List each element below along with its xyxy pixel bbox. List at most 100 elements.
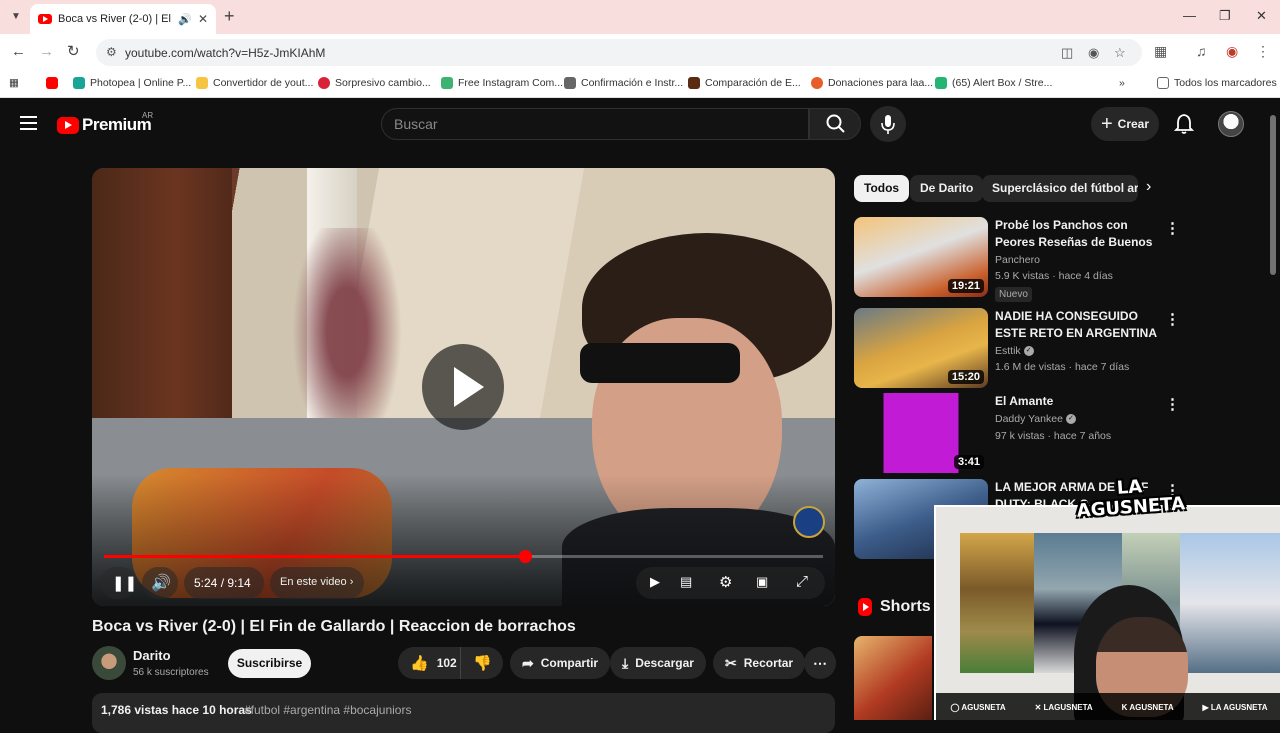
channel-name[interactable]: Darito <box>133 648 171 663</box>
progress-scrubber[interactable] <box>518 550 532 563</box>
rec-thumbnail[interactable]: 19:21 <box>854 217 988 297</box>
recommendation-item[interactable]: 15:20 NADIE HA CONSEGUIDO ESTE RETO EN A… <box>854 308 1184 388</box>
channel-avatar[interactable] <box>92 646 126 680</box>
url-text: youtube.com/watch?v=H5z-JmKIAhM <box>125 46 326 60</box>
fullscreen-icon[interactable]: ⤢ <box>796 573 808 590</box>
share-button[interactable]: ➦ Compartir <box>510 647 611 679</box>
streamer-logo: LA AGUSNETA <box>1076 476 1186 522</box>
minimize-icon[interactable]: — <box>1183 8 1196 23</box>
verified-check-icon: ✓ <box>1023 346 1034 357</box>
channel-watermark[interactable] <box>793 506 825 538</box>
eye-off-icon[interactable]: ◉ <box>1088 45 1099 61</box>
profile-icon[interactable]: ◉ <box>1226 43 1238 60</box>
social-handles-bar: ◯ AGUSNETA ✕ LAGUSNETA K AGUSNETA ▶ LA A… <box>936 693 1280 720</box>
bookmark-comparacion[interactable]: Comparación de E... <box>688 77 801 89</box>
apps-grid-icon[interactable]: ▦ <box>9 77 19 89</box>
reload-icon[interactable]: ↻ <box>67 43 80 61</box>
subtitles-icon[interactable]: ▤ <box>680 574 692 590</box>
page-scrollbar[interactable] <box>1270 115 1276 275</box>
share-label: Compartir <box>540 656 599 670</box>
more-actions-icon[interactable]: ⋯ <box>804 647 836 679</box>
install-app-icon[interactable]: ◫ <box>1061 45 1073 61</box>
progress-bar[interactable] <box>104 550 823 563</box>
shorts-thumbnail[interactable] <box>854 636 932 720</box>
hashtags[interactable]: #futbol #argentina #bocajuniors <box>244 703 411 717</box>
settings-gear-icon[interactable]: ⚙ <box>719 573 732 591</box>
volume-button[interactable]: 🔊 <box>142 567 178 599</box>
back-icon[interactable]: ← <box>11 43 26 61</box>
voice-search-button[interactable] <box>870 106 906 142</box>
miniplayer-icon[interactable]: ▣ <box>756 574 768 590</box>
bookmark-alertbox[interactable]: (65) Alert Box / Stre... <box>935 77 1052 89</box>
video-player[interactable]: ❚❚ 🔊 5:24 / 9:14 En este video › ▶ ▤ ⚙ ▣… <box>92 168 835 606</box>
instagram-handle: ◯ AGUSNETA <box>950 703 1006 712</box>
forward-icon[interactable]: → <box>39 43 54 61</box>
speaker-icon[interactable]: 🔊 <box>178 13 192 26</box>
download-label: Descargar <box>635 656 694 670</box>
like-count: 102 <box>436 656 457 670</box>
chip-todos[interactable]: Todos <box>854 175 910 202</box>
account-avatar[interactable] <box>1218 111 1244 137</box>
search-input[interactable]: Buscar <box>381 108 809 140</box>
kebab-menu-icon[interactable]: ⋮ <box>1165 395 1180 413</box>
subscribe-button[interactable]: Suscribirse <box>228 649 311 678</box>
dislike-button[interactable]: 👎 <box>462 647 503 679</box>
kebab-menu-icon[interactable]: ⋮ <box>1165 219 1180 237</box>
clip-button[interactable]: ✂ Recortar <box>713 647 806 679</box>
microphone-icon <box>881 115 895 134</box>
bookmark-instagram[interactable]: Free Instagram Com... <box>441 77 563 89</box>
browser-menu-icon[interactable]: ⋮ <box>1256 43 1270 60</box>
create-button[interactable]: + Crear <box>1091 107 1159 141</box>
like-button[interactable]: 👍 102 <box>398 647 461 679</box>
chip-de-darito[interactable]: De Darito <box>910 175 984 202</box>
poster-stadium <box>960 533 1034 673</box>
browser-tab-strip: ▼ Boca vs River (2-0) | El Fin de Gallar… <box>0 0 1280 34</box>
bookmark-convertidor[interactable]: Convertidor de yout... <box>196 77 313 89</box>
chevron-right-icon[interactable]: › <box>1146 178 1151 196</box>
folder-icon <box>1157 77 1169 89</box>
address-bar[interactable]: ⚙ youtube.com/watch?v=H5z-JmKIAhM ◫ ◉ ☆ <box>96 39 1142 66</box>
new-tab-button[interactable]: + <box>224 6 235 26</box>
bookmark-confirmacion[interactable]: Confirmación e Instr... <box>564 77 683 89</box>
youtube-premium-logo[interactable]: Premium <box>57 115 152 135</box>
media-control-icon[interactable]: ♫ <box>1196 43 1207 59</box>
hamburger-menu-icon[interactable] <box>20 116 37 130</box>
youtube-header: Premium AR Buscar + Crear <box>0 99 1280 151</box>
bookmark-donaciones[interactable]: Donaciones para laa... <box>811 77 933 89</box>
thumbs-down-icon: 👎 <box>473 655 492 672</box>
notifications-bell-icon[interactable] <box>1173 113 1195 140</box>
autoplay-toggle-icon[interactable]: ▶ <box>650 574 660 590</box>
chip-superclasico[interactable]: Superclásico del fútbol arge <box>982 175 1138 202</box>
site-info-icon[interactable]: ⚙ <box>106 45 117 59</box>
browser-toolbar: ← → ↻ ⚙ youtube.com/watch?v=H5z-JmKIAhM … <box>0 34 1280 70</box>
recommendation-item[interactable]: 19:21 Probé los Panchos con Peores Reseñ… <box>854 217 1184 302</box>
browser-tab[interactable]: Boca vs River (2-0) | El Fin de Gallardo… <box>30 4 216 34</box>
check-icon <box>441 77 453 89</box>
kebab-menu-icon[interactable]: ⋮ <box>1165 310 1180 328</box>
donation-icon <box>811 77 823 89</box>
close-tab-icon[interactable]: ✕ <box>198 12 208 26</box>
search-placeholder: Buscar <box>394 116 438 132</box>
rec-thumbnail[interactable]: 15:20 <box>854 308 988 388</box>
bookmark-sorpresivo[interactable]: Sorpresivo cambio... <box>318 77 431 89</box>
all-bookmarks[interactable]: Todos los marcadores <box>1157 77 1277 89</box>
tab-search-button[interactable]: ▼ <box>6 8 26 26</box>
recommendation-item[interactable]: 3:41 El Amante Daddy Yankee ✓ 97 k vistas… <box>854 393 1184 473</box>
extensions-icon[interactable]: ▦ <box>1154 43 1167 60</box>
rec-title: Probé los Panchos con Peores Reseñas de … <box>995 218 1153 249</box>
chapter-label: En este video › <box>280 576 354 588</box>
more-bookmarks-icon[interactable]: » <box>1119 77 1125 89</box>
bookmark-photopea[interactable]: Photopea | Online P... <box>73 77 191 89</box>
restore-icon[interactable]: ❐ <box>1219 8 1231 24</box>
download-button[interactable]: ⤓ Descargar <box>610 647 706 679</box>
bookmark-youtube[interactable] <box>46 77 58 89</box>
close-window-icon[interactable]: ✕ <box>1256 8 1267 24</box>
rec-thumbnail[interactable]: 3:41 <box>854 393 988 473</box>
pause-icon: ❚❚ <box>112 575 138 592</box>
share-icon: ➦ <box>522 654 534 671</box>
search-button[interactable] <box>809 108 861 140</box>
bookmark-star-icon[interactable]: ☆ <box>1114 45 1126 61</box>
pause-button[interactable]: ❚❚ <box>100 567 138 599</box>
description-box[interactable]: 1,786 vistas hace 10 horas #futbol #arge… <box>92 693 835 733</box>
large-play-icon[interactable] <box>422 344 504 430</box>
